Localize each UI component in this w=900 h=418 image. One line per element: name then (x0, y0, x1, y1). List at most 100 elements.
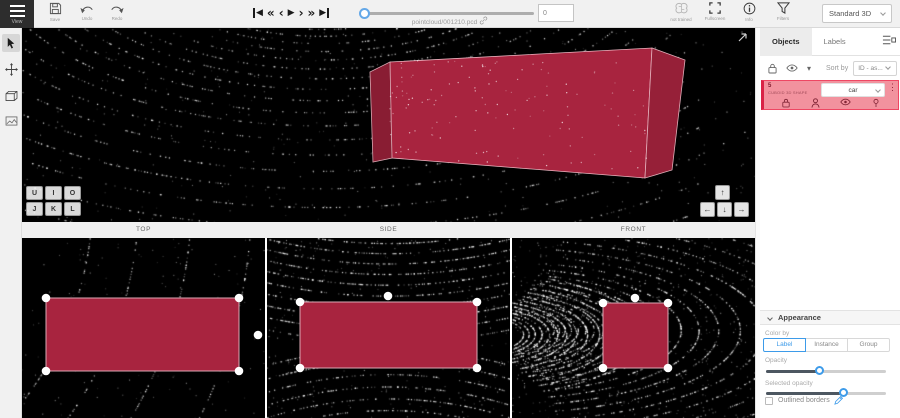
fast-forward-icon: » (308, 6, 316, 20)
play-icon: ▶ (288, 8, 295, 18)
list-settings-icon (882, 34, 896, 46)
front-view-label: FRONT (512, 226, 755, 233)
redo-icon (110, 2, 124, 14)
resize-handle[interactable] (599, 364, 608, 373)
main-menu-button[interactable]: View (0, 0, 34, 28)
color-by-label-option[interactable]: Label (763, 338, 806, 352)
skip-to-start-button[interactable]: ◀ (252, 3, 264, 23)
side-projection-panel[interactable] (267, 238, 510, 418)
top-view-annotation[interactable] (22, 238, 265, 418)
key-o[interactable]: O (64, 186, 81, 200)
arrow-down-key[interactable]: ↓ (717, 202, 732, 217)
resize-handle[interactable] (42, 367, 51, 376)
skip-start-icon: ◀ (253, 8, 263, 18)
resize-handle[interactable] (42, 294, 51, 303)
resize-handle[interactable] (473, 364, 482, 373)
step-backward-button[interactable]: ‹ (278, 3, 285, 23)
filters-button[interactable]: Filters (766, 2, 800, 26)
arrow-up-key[interactable]: ↑ (715, 185, 730, 200)
ai-model-button[interactable]: not trained (664, 2, 698, 26)
key-u[interactable]: U (26, 186, 43, 200)
outlined-borders-option[interactable]: Outlined borders (765, 396, 843, 405)
resize-handle[interactable] (599, 299, 608, 308)
rotate-handle[interactable] (384, 292, 393, 301)
fast-forward-button[interactable]: » (307, 3, 317, 23)
appearance-section-header[interactable]: Appearance (760, 310, 900, 325)
resize-handle[interactable] (235, 294, 244, 303)
outlined-borders-checkbox[interactable] (765, 397, 773, 405)
lock-icon (768, 63, 777, 74)
side-view-annotation[interactable] (267, 238, 510, 418)
person-icon (811, 98, 820, 108)
frame-number-input[interactable] (538, 4, 574, 22)
resize-handle[interactable] (296, 298, 305, 307)
photo-context-tool-button[interactable] (2, 112, 20, 130)
pointcloud-labeling-app: View Save Undo Redo ◀ « ‹ ▶ › » ▶ pointc… (0, 0, 900, 418)
cuboid-annotation[interactable] (22, 28, 755, 222)
resize-handle[interactable] (235, 367, 244, 376)
arrow-right-key[interactable]: → (734, 202, 749, 217)
color-by-instance-option[interactable]: Instance (805, 338, 848, 352)
step-forward-icon: › (299, 6, 304, 20)
resize-handle[interactable] (473, 298, 482, 307)
main-menu-label: View (12, 19, 23, 25)
key-k[interactable]: K (45, 202, 62, 216)
object-visibility-button[interactable] (840, 98, 851, 108)
key-l[interactable]: L (64, 202, 81, 216)
objects-toolbar: ▾ Sort by ID - as... (760, 58, 900, 78)
fast-backward-button[interactable]: « (266, 3, 276, 23)
skip-end-icon: ▶ (319, 8, 329, 18)
fullscreen-button[interactable]: Fullscreen (698, 2, 732, 26)
projection-label-strip: TOP SIDE FRONT (22, 222, 755, 238)
main-3d-viewport[interactable]: U I O J K L ↑ ← ↓ → (22, 28, 755, 222)
panel-settings-button[interactable] (882, 34, 896, 49)
rotate-handle[interactable] (631, 294, 640, 303)
pan-tool-button[interactable] (2, 60, 20, 78)
collapse-chevron-icon (767, 315, 773, 321)
view-mode-select[interactable]: Standard 3D (822, 4, 892, 23)
top-toolbar: View Save Undo Redo ◀ « ‹ ▶ › » ▶ pointc… (0, 0, 900, 28)
save-button[interactable]: Save (40, 2, 70, 26)
expand-view-button[interactable] (734, 31, 750, 47)
resize-handle[interactable] (664, 299, 673, 308)
key-i[interactable]: I (45, 186, 62, 200)
frame-timeline-slider[interactable] (364, 12, 534, 15)
rotate-handle[interactable] (254, 331, 263, 340)
select-tool-button[interactable] (2, 34, 20, 52)
object-row-selected[interactable]: 5 CUBOID 3D SHAPE car ⋮ (761, 80, 899, 110)
lock-all-button[interactable] (768, 63, 777, 74)
expand-all-button[interactable]: ▾ (807, 64, 811, 73)
object-lock-button[interactable] (782, 98, 790, 108)
opacity-slider[interactable] (766, 367, 886, 376)
opacity-slider-handle[interactable] (815, 366, 824, 375)
play-button[interactable]: ▶ (287, 3, 296, 23)
visibility-all-button[interactable] (786, 64, 798, 72)
tab-objects[interactable]: Objects (760, 28, 812, 56)
pencil-icon[interactable] (834, 396, 843, 405)
object-class-select[interactable]: car (821, 83, 885, 97)
front-view-annotation[interactable] (512, 238, 755, 418)
resize-handle[interactable] (664, 364, 673, 373)
arrow-left-key[interactable]: ← (700, 202, 715, 217)
step-forward-button[interactable]: › (298, 3, 305, 23)
skip-to-end-button[interactable]: ▶ (318, 3, 330, 23)
right-sidebar: Objects Labels ▾ Sort by ID - as... 5 CU… (760, 28, 900, 418)
move-icon (5, 63, 18, 76)
image-icon (5, 116, 18, 126)
object-pin-button[interactable] (872, 98, 880, 108)
tab-labels[interactable]: Labels (812, 28, 858, 56)
sidebar-tabs: Objects Labels (760, 28, 900, 56)
top-projection-panel[interactable] (22, 238, 265, 418)
info-button[interactable]: Info (732, 2, 766, 26)
redo-button[interactable]: Redo (102, 2, 132, 26)
sort-order-select[interactable]: ID - as... (853, 61, 897, 76)
color-by-group-option[interactable]: Group (847, 338, 890, 352)
resize-handle[interactable] (296, 364, 305, 373)
object-menu-button[interactable]: ⋮ (888, 83, 897, 92)
view-mode-value: Standard 3D (829, 9, 871, 18)
object-author-button[interactable] (811, 98, 820, 108)
key-j[interactable]: J (26, 202, 43, 216)
front-projection-panel[interactable] (512, 238, 755, 418)
undo-button[interactable]: Undo (72, 2, 102, 26)
cuboid-tool-button[interactable] (2, 86, 20, 104)
